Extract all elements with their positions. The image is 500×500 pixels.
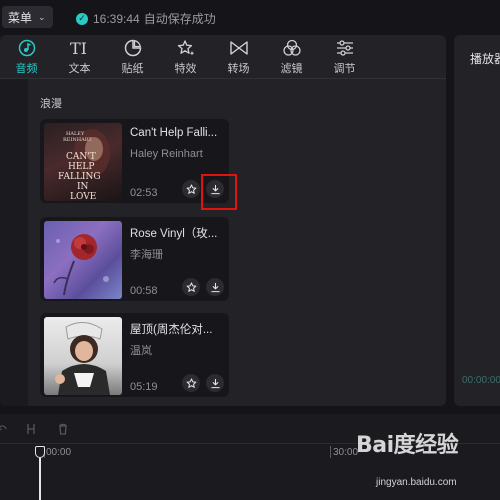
media-tabs: 音频 TI 文本 贴纸 特效 转场 滤镜 调节 — [0, 35, 446, 79]
player-title: 播放器 — [470, 52, 500, 66]
star-icon — [186, 377, 196, 388]
tab-label: 特效 — [174, 63, 197, 75]
playhead-line[interactable] — [39, 458, 41, 500]
tab-audio[interactable]: 音频 — [0, 35, 53, 79]
album-cover: HALEY REINHART CAN'T HELP FALLING IN LOV… — [44, 123, 122, 201]
cover-title-line: CAN'T — [66, 152, 96, 162]
cover-title-line: HELP — [68, 162, 94, 172]
player-panel: 播放器 00:00:00 — [454, 35, 500, 406]
filter-circles-icon — [282, 38, 302, 58]
category-sidebar — [0, 79, 28, 406]
song-duration: 00:58 — [130, 285, 158, 297]
tab-text[interactable]: TI 文本 — [53, 35, 106, 79]
tab-effects[interactable]: 特效 — [159, 35, 212, 79]
music-note-icon — [18, 38, 36, 58]
cover-title-line: IN — [77, 182, 89, 192]
cover-title-line: LOVE — [70, 192, 96, 201]
album-cover — [44, 221, 122, 299]
tab-sticker[interactable]: 贴纸 — [106, 35, 159, 79]
tab-transition[interactable]: 转场 — [212, 35, 265, 79]
autosave-status: ✓ 16:39:44 自动保存成功 — [76, 10, 216, 27]
cover-title-line: FALLING — [58, 172, 101, 182]
song-artist: Haley Reinhart — [130, 148, 203, 160]
delete-icon[interactable] — [56, 422, 70, 439]
split-icon[interactable] — [24, 422, 38, 439]
transition-bowtie-icon — [229, 38, 249, 58]
tab-label: 转场 — [227, 63, 250, 75]
svg-text:TI: TI — [70, 39, 87, 57]
song-artist: 李海珊 — [130, 249, 163, 261]
highlight-box — [201, 174, 237, 210]
category-title: 浪漫 — [40, 98, 62, 110]
tab-filter[interactable]: 滤镜 — [265, 35, 318, 79]
undo-icon[interactable]: ↶ — [0, 422, 7, 438]
watermark-url: jingyan.baidu.com — [376, 477, 457, 488]
favorite-star-button[interactable] — [182, 278, 200, 296]
favorite-star-button[interactable] — [182, 374, 200, 392]
menu-button[interactable]: 菜单 ⌄ — [2, 6, 53, 28]
favorite-star-button[interactable] — [182, 180, 200, 198]
tab-label: 音频 — [15, 63, 38, 75]
text-icon: TI — [69, 38, 91, 58]
watermark-logo: Bai度经验 — [356, 433, 459, 458]
song-title: Rose Vinyl（玫... — [130, 228, 218, 240]
cover-artist-line2: REINHART — [63, 137, 92, 143]
tab-label: 文本 — [68, 63, 91, 75]
media-panel: 音频 TI 文本 贴纸 特效 转场 滤镜 调节 浪漫 HALEY REINHAR… — [0, 35, 446, 406]
sparkle-star-icon — [177, 38, 195, 58]
star-icon — [186, 281, 196, 292]
song-duration: 05:19 — [130, 381, 158, 393]
download-button[interactable] — [206, 278, 224, 296]
chevron-down-icon: ⌄ — [38, 11, 46, 22]
playhead-handle[interactable] — [35, 446, 45, 458]
tab-label: 贴纸 — [121, 63, 144, 75]
star-icon — [186, 183, 196, 194]
baidu-watermark: Bai度经验 jingyan.baidu.com — [356, 425, 496, 495]
song-card[interactable]: 屋顶(周杰伦对... 温岚 05:19 — [40, 313, 229, 397]
player-timecode: 00:00:00 — [462, 375, 500, 386]
ruler-label: 00:00 — [46, 447, 72, 458]
adjust-sliders-icon — [335, 38, 355, 58]
autosave-text: 自动保存成功 — [143, 12, 216, 26]
ruler-label: 30:00 — [333, 447, 359, 458]
song-title: Can't Help Falli... — [130, 127, 218, 139]
tab-label: 滤镜 — [280, 63, 303, 75]
ruler-tick — [330, 446, 331, 458]
song-artist: 温岚 — [130, 345, 152, 357]
album-cover — [44, 317, 122, 395]
autosave-time: 16:39:44 — [93, 11, 140, 26]
menu-label: 菜单 — [8, 10, 33, 25]
song-duration: 02:53 — [130, 187, 158, 199]
top-bar: 菜单 ⌄ ✓ 16:39:44 自动保存成功 — [0, 0, 500, 35]
tab-adjust[interactable]: 调节 — [318, 35, 371, 79]
tab-label: 调节 — [333, 63, 356, 75]
song-card[interactable]: Rose Vinyl（玫... 李海珊 00:58 — [40, 217, 229, 301]
check-icon: ✓ — [76, 12, 88, 25]
song-title: 屋顶(周杰伦对... — [130, 324, 213, 336]
download-icon — [210, 282, 220, 292]
sticker-icon — [124, 38, 142, 58]
download-button[interactable] — [206, 374, 224, 392]
download-icon — [210, 378, 220, 388]
